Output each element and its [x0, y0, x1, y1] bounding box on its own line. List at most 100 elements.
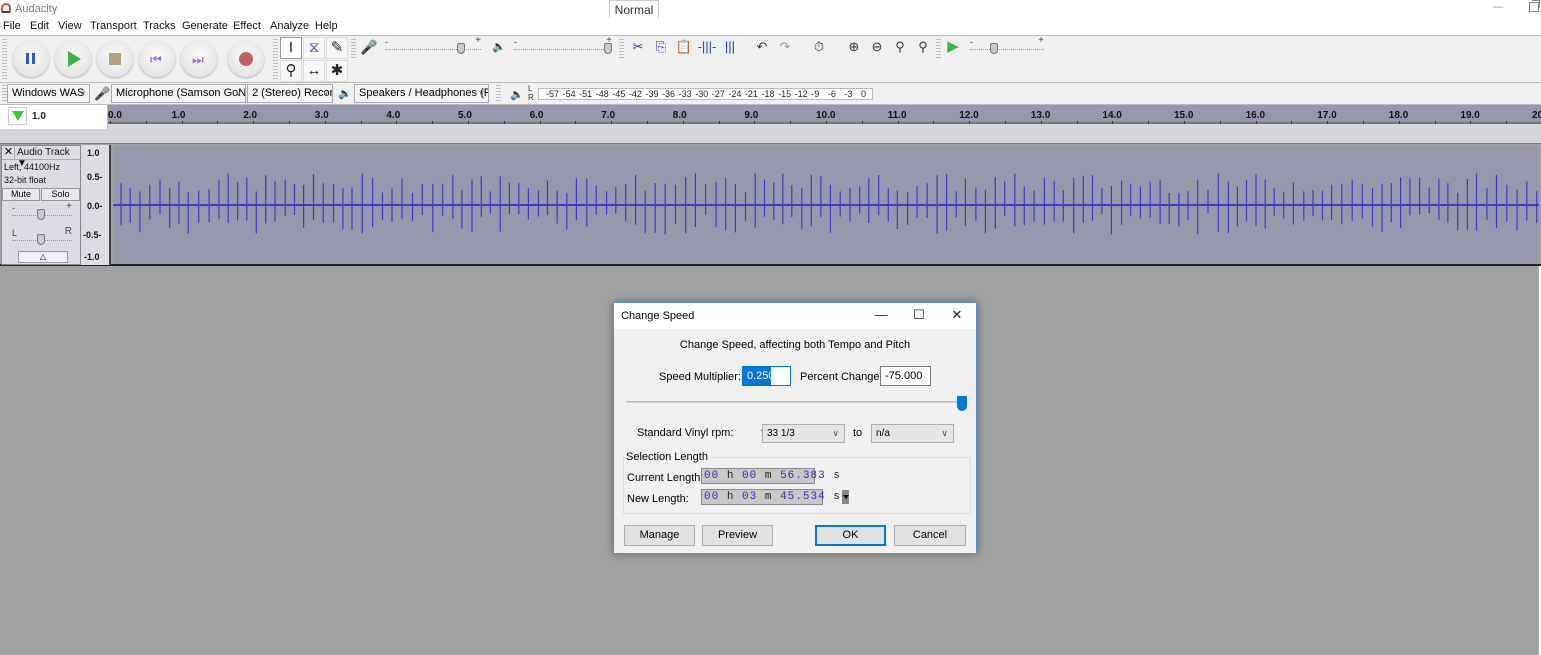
menu-file[interactable]: File	[3, 20, 21, 32]
redo-button[interactable]: ↷	[774, 36, 796, 58]
preview-button[interactable]: Preview	[702, 525, 773, 546]
speed-multiplier-label: Speed Multiplier:	[659, 371, 741, 383]
paste-button[interactable]: 📋	[673, 36, 695, 58]
cancel-button[interactable]: Cancel	[894, 525, 966, 546]
pause-button[interactable]	[13, 41, 49, 77]
copy-button[interactable]: ⎘	[650, 36, 672, 58]
close-icon: ✕	[3, 146, 14, 158]
silence-audio-button[interactable]: |||	[719, 36, 741, 58]
dialog-minimize-button[interactable]: —	[871, 307, 891, 323]
menu-view[interactable]: View	[58, 20, 82, 32]
playback-volume-slider[interactable]: - +	[514, 35, 612, 54]
to-rpm-select[interactable]: n/a ∨	[871, 424, 954, 443]
play-speed-slider[interactable]: - +	[970, 35, 1044, 54]
stop-button[interactable]	[97, 41, 133, 77]
change-speed-dialog: Change Speed — ☐ ✕ Change Speed, affecti…	[613, 302, 977, 554]
envelope-tool-button[interactable]: ⧖	[303, 37, 325, 59]
trim-audio-button[interactable]: ✂	[627, 36, 649, 58]
menu-effect[interactable]: Effect	[233, 20, 261, 32]
time-shift-tool-button[interactable]: ↔	[303, 60, 325, 82]
toolbar-grip[interactable]	[936, 39, 941, 59]
chevron-down-icon: ∨	[79, 88, 86, 98]
play-button[interactable]	[55, 41, 91, 77]
trim-outside-button[interactable]: -|||-	[696, 36, 718, 58]
pan-slider[interactable]: LR	[12, 226, 72, 245]
selection-tool-button[interactable]: I	[280, 37, 302, 59]
undo-button[interactable]: ↶	[751, 36, 773, 58]
timeline-ruler[interactable]: 0.0 1.0 2.0 3.0 4.0 5.0 6.0 7.0 8.0 9.0 10.0 11.0 12…	[108, 105, 1541, 124]
audio-host-select[interactable]: Windows WAS ∨	[7, 84, 90, 103]
solo-button[interactable]: Solo	[41, 188, 80, 201]
ruler-tick	[1506, 121, 1508, 124]
gain-slider[interactable]: - +	[12, 201, 72, 220]
ruler-tick	[1112, 121, 1114, 124]
menu-help[interactable]: Help	[315, 20, 338, 32]
meter-scale-label: 0	[861, 89, 867, 99]
from-rpm-select[interactable]: 33 1/3 ∨	[762, 424, 845, 443]
ruler-left-value: 1.0	[32, 111, 46, 122]
sync-lock-button[interactable]: ⏱	[808, 36, 830, 58]
meter-scale-label: -15	[778, 89, 792, 99]
menu-transport[interactable]: Transport	[90, 20, 137, 32]
meter-scale-label: -45	[612, 89, 626, 99]
selection-length-group	[623, 457, 971, 514]
recording-channels-select[interactable]: 2 (Stereo) Recor ∨	[247, 84, 333, 103]
skip-to-start-button[interactable]: ⏮	[139, 41, 175, 77]
fit-project-button[interactable]: ⚲	[912, 36, 934, 58]
collapse-track-button[interactable]: △	[18, 251, 68, 263]
percent-change-input[interactable]	[880, 366, 931, 386]
restore-button[interactable]	[1529, 0, 1540, 12]
i-beam-icon: I	[288, 39, 294, 56]
fit-selection-button[interactable]: ⚲	[889, 36, 911, 58]
dialog-maximize-button[interactable]: ☐	[909, 307, 929, 323]
waveform-area[interactable]	[113, 146, 1539, 264]
menu-tracks[interactable]: Tracks	[143, 20, 176, 32]
record-button[interactable]	[228, 41, 264, 77]
vruler-label: 1.0	[87, 148, 100, 158]
skip-to-end-button[interactable]: ⏭	[181, 41, 217, 77]
manage-button[interactable]: Manage	[624, 525, 695, 546]
recording-volume-slider[interactable]: - +	[385, 35, 481, 54]
playback-device-select[interactable]: Speakers / Headphones (R ∨	[354, 84, 489, 103]
toolbar-grip[interactable]	[2, 39, 7, 79]
microphone-icon: 🎤	[94, 86, 111, 101]
dialog-close-button[interactable]: ✕	[947, 307, 967, 323]
double-arrow-icon: ↔	[306, 62, 322, 79]
close-icon: ✕	[951, 307, 963, 322]
multi-tool-button[interactable]: ✱	[326, 60, 348, 82]
ok-button[interactable]: OK	[815, 525, 886, 546]
percent-change-slider-thumb[interactable]	[957, 396, 967, 411]
toolbar-grip[interactable]	[273, 39, 278, 79]
ruler-label: 1.0	[171, 110, 186, 121]
redo-icon: ↷	[779, 39, 791, 54]
playback-meter[interactable]: 🔈 LR -57 -54 -51 -48 -45 -42 -39 -36 -33 -30 -27 -2…	[509, 84, 873, 104]
draw-tool-button[interactable]: ✎	[326, 37, 348, 59]
menu-edit[interactable]: Edit	[30, 20, 49, 32]
recording-device-select[interactable]: Microphone (Samson GoN ∨	[111, 84, 246, 103]
close-track-button[interactable]: ✕	[3, 146, 15, 159]
percent-change-slider-track[interactable]	[626, 401, 966, 403]
vruler-label: -0.5-	[83, 230, 102, 240]
vertical-ruler[interactable]: 1.0 0.5- 0.0- -0.5- -1.0	[81, 145, 111, 265]
toolbar-grip[interactable]	[619, 39, 624, 59]
toolbar-grip[interactable]	[496, 85, 501, 102]
ruler-label: 19.0	[1460, 110, 1480, 121]
zoom-in-button[interactable]: ⊕	[843, 36, 865, 58]
format-dropdown-icon[interactable]	[841, 490, 849, 504]
ruler-tick	[1434, 121, 1436, 124]
mute-button[interactable]: Mute	[2, 188, 40, 201]
zoom-out-button[interactable]: ⊖	[866, 36, 888, 58]
minimize-button[interactable]: —	[1492, 1, 1504, 13]
ruler-tick	[826, 121, 827, 124]
speed-multiplier-input[interactable]	[742, 366, 791, 386]
meter-scale-label: -27	[711, 89, 725, 99]
speaker-icon: 🔈	[338, 88, 352, 100]
menu-analyze[interactable]: Analyze	[270, 20, 309, 32]
new-length-field[interactable]: 00 h 03 m 45.534 s	[701, 489, 849, 505]
pinned-play-head-button[interactable]	[8, 107, 27, 125]
play-at-speed-button[interactable]: ▶	[942, 36, 964, 58]
ruler-tick	[647, 121, 648, 124]
zoom-tool-button[interactable]: ⚲	[280, 60, 302, 82]
toolbar-grip[interactable]	[351, 39, 356, 59]
menu-generate[interactable]: Generate	[182, 20, 228, 32]
